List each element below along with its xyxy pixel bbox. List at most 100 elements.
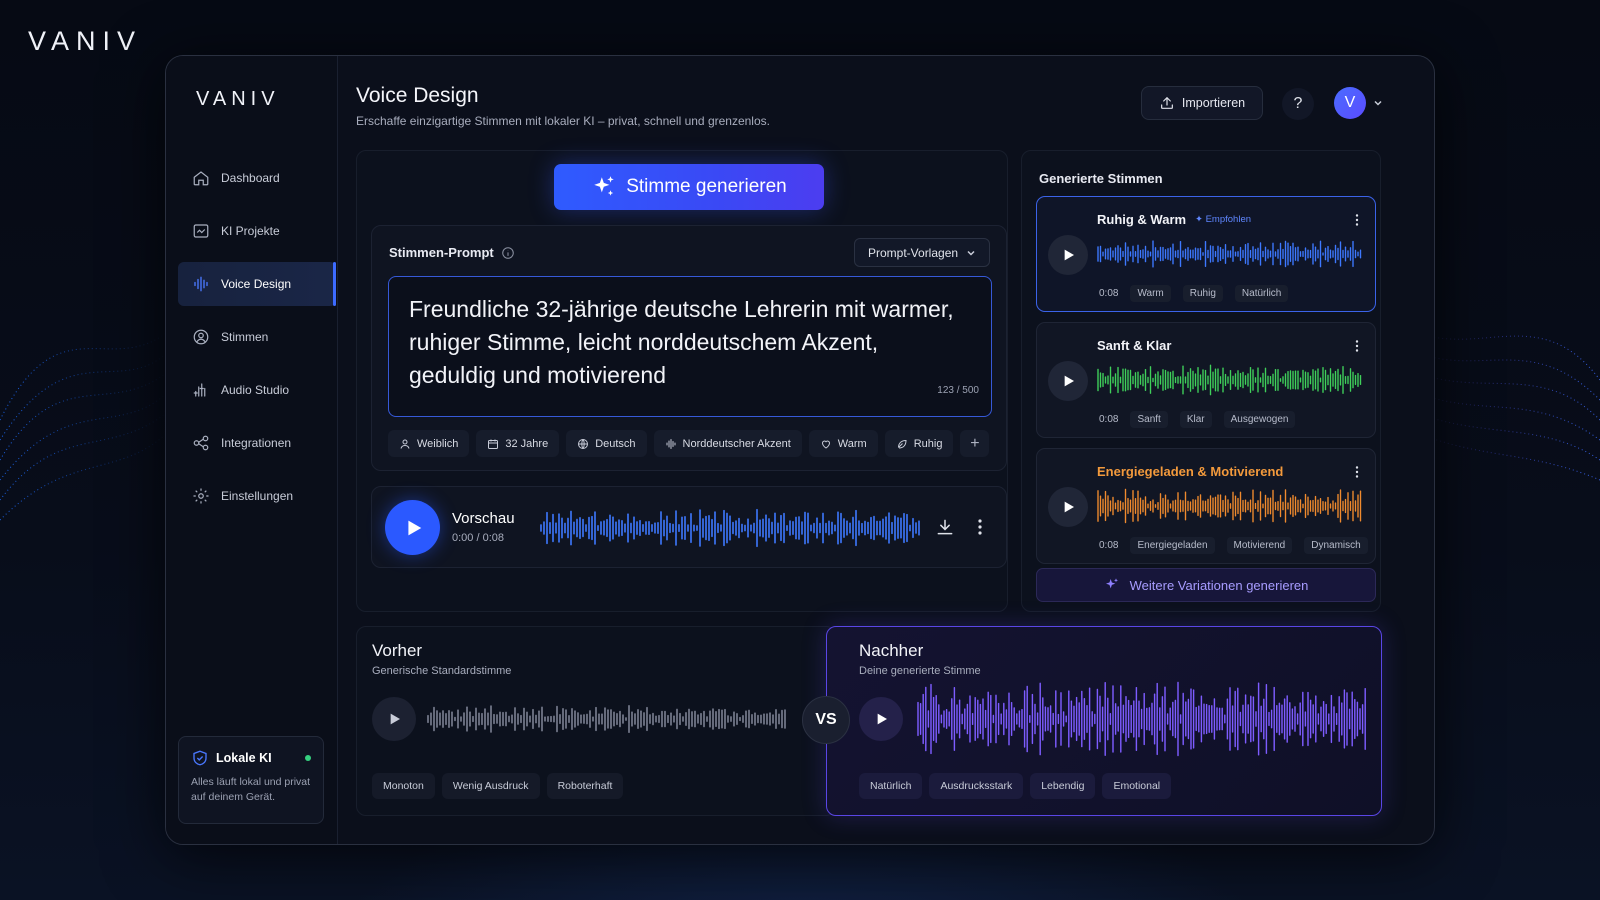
- voice-play-button[interactable]: [1048, 235, 1088, 275]
- user-circle-icon: [193, 329, 209, 345]
- play-icon: [390, 713, 400, 725]
- tag-ruhig[interactable]: Ruhig: [884, 430, 954, 457]
- sidebar-item-einstellungen[interactable]: Einstellungen: [178, 474, 336, 518]
- preview-waveform[interactable]: [540, 508, 920, 548]
- voice-waveform[interactable]: [1097, 488, 1363, 524]
- tag-norddeutscher-akzent[interactable]: Norddeutscher Akzent: [653, 430, 802, 457]
- compare-before-card: Vorher Generische Standardstimme Monoton…: [356, 626, 836, 816]
- page-title: Voice Design: [356, 84, 479, 107]
- prompt-text: Freundliche 32-jährige deutsche Lehrerin…: [409, 296, 954, 388]
- voice-play-button[interactable]: [1048, 361, 1088, 401]
- sidebar-item-label: Voice Design: [221, 277, 292, 291]
- vs-badge: VS: [802, 696, 850, 744]
- before-tag: Monoton: [372, 773, 435, 799]
- after-tag: Lebendig: [1030, 773, 1096, 799]
- voice-name: Ruhig & Warm: [1097, 212, 1187, 227]
- generate-voice-label: Stimme generieren: [626, 176, 787, 197]
- outer-brand-logo: VANIV: [28, 26, 143, 56]
- voice-duration: 0:08: [1099, 540, 1119, 551]
- globe-icon: [578, 438, 589, 449]
- after-tag: Ausdrucksstark: [929, 773, 1024, 799]
- home-icon: [193, 171, 209, 186]
- prompt-templates-label: Prompt-Vorlagen: [868, 245, 959, 260]
- after-tag: Emotional: [1102, 773, 1172, 799]
- tag-label: Deutsch: [595, 437, 636, 450]
- tag-label: Ruhig: [913, 437, 943, 450]
- tag-32-jahre[interactable]: 32 Jahre: [476, 430, 560, 457]
- prompt-templates-dropdown[interactable]: Prompt-Vorlagen: [854, 238, 990, 267]
- character-counter: 123 / 500: [937, 385, 979, 396]
- sidebar-item-label: Audio Studio: [221, 383, 290, 397]
- more-vertical-icon[interactable]: [1351, 464, 1363, 480]
- tag-weiblich[interactable]: Weiblich: [388, 430, 470, 457]
- sidebar-item-ki-projekte[interactable]: KI Projekte: [178, 209, 336, 253]
- voice-tag: Natürlich: [1234, 285, 1289, 302]
- before-waveform[interactable]: [427, 687, 787, 751]
- sidebar-item-voice-design[interactable]: Voice Design: [178, 262, 336, 306]
- more-vertical-icon[interactable]: [1351, 338, 1363, 354]
- voice-play-button[interactable]: [1048, 487, 1088, 527]
- calendar-icon: [488, 439, 499, 449]
- voice-waveform[interactable]: [1097, 362, 1363, 398]
- voice-name: Energiegeladen & Motivierend: [1097, 464, 1284, 479]
- play-icon: [877, 713, 887, 725]
- waveform-icon: [666, 438, 676, 449]
- voice-card-energiegeladen[interactable]: Energiegeladen & Motivierend 0:08 Energi…: [1036, 448, 1376, 564]
- sidebar-item-label: Dashboard: [221, 171, 280, 185]
- voice-prompt-card: Stimmen-Prompt Prompt-Vorlagen Freundlic…: [371, 225, 1007, 471]
- download-icon[interactable]: [935, 517, 955, 537]
- compare-after-card: Nachher Deine generierte Stimme Natürlic…: [826, 626, 1382, 816]
- compare-after-subtitle: Deine generierte Stimme: [859, 665, 981, 677]
- recommended-badge: ✦ Empfohlen: [1195, 214, 1252, 225]
- sidebar-item-label: Einstellungen: [221, 489, 294, 503]
- compare-after-title: Nachher: [859, 641, 924, 660]
- after-play-button[interactable]: [859, 697, 903, 741]
- more-vertical-icon[interactable]: [972, 517, 988, 537]
- tag-deutsch[interactable]: Deutsch: [566, 430, 647, 457]
- before-tag: Roboterhaft: [546, 773, 624, 799]
- voice-tag: Warm: [1130, 285, 1171, 302]
- generated-voices-title: Generierte Stimmen: [1039, 171, 1163, 186]
- help-button[interactable]: ?: [1282, 88, 1314, 120]
- add-tag-button[interactable]: +: [960, 430, 990, 457]
- avatar[interactable]: V: [1334, 87, 1366, 119]
- local-ai-title: Lokale KI: [216, 751, 272, 765]
- leaf-icon: [897, 439, 907, 448]
- tag-label: 32 Jahre: [505, 437, 549, 450]
- more-vertical-icon[interactable]: [1351, 212, 1363, 228]
- voice-waveform[interactable]: [1097, 236, 1363, 272]
- heart-icon: [821, 440, 830, 449]
- project-icon: [193, 224, 209, 238]
- more-variations-button[interactable]: Weitere Variationen generieren: [1036, 568, 1376, 602]
- play-icon: [1064, 249, 1074, 261]
- voice-tag: Sanft: [1130, 411, 1168, 428]
- after-tag: Natürlich: [859, 773, 923, 799]
- sidebar-item-stimmen[interactable]: Stimmen: [178, 315, 336, 359]
- before-tag: Wenig Ausdruck: [441, 773, 540, 799]
- after-waveform[interactable]: [917, 679, 1367, 759]
- voice-name: Sanft & Klar: [1097, 338, 1172, 353]
- sidebar-item-integrationen[interactable]: Integrationen: [178, 421, 336, 465]
- import-button[interactable]: Importieren: [1141, 86, 1263, 120]
- gear-icon: [193, 488, 209, 504]
- prompt-tag-list: Weiblich 32 Jahre Deutsch Norddeutscher …: [388, 430, 990, 457]
- prompt-label: Stimmen-Prompt: [389, 245, 494, 260]
- before-play-button[interactable]: [372, 697, 416, 741]
- info-icon[interactable]: [501, 246, 515, 260]
- sidebar-item-label: Stimmen: [221, 330, 269, 344]
- generate-voice-button[interactable]: Stimme generieren: [554, 164, 824, 210]
- tag-warm[interactable]: Warm: [808, 430, 878, 457]
- sidebar-item-audio-studio[interactable]: Audio Studio: [178, 368, 336, 412]
- local-ai-description: Alles läuft lokal und privat auf deinem …: [191, 776, 311, 803]
- sidebar-item-dashboard[interactable]: Dashboard: [178, 156, 336, 200]
- prompt-textarea[interactable]: Freundliche 32-jährige deutsche Lehrerin…: [388, 276, 992, 417]
- chevron-down-icon[interactable]: [1372, 97, 1384, 109]
- sidebar-item-label: Integrationen: [221, 436, 292, 450]
- preview-play-button[interactable]: [385, 500, 440, 555]
- shield-check-icon: [193, 750, 207, 766]
- play-icon: [1064, 375, 1074, 387]
- voice-card-sanft-klar[interactable]: Sanft & Klar 0:08 Sanft Klar Ausgewogen: [1036, 322, 1376, 438]
- voice-card-ruhig-warm[interactable]: Ruhig & Warm ✦ Empfohlen 0:08 Warm Ruhig…: [1036, 196, 1376, 312]
- integrations-icon: [193, 435, 209, 451]
- compare-before-subtitle: Generische Standardstimme: [372, 665, 512, 677]
